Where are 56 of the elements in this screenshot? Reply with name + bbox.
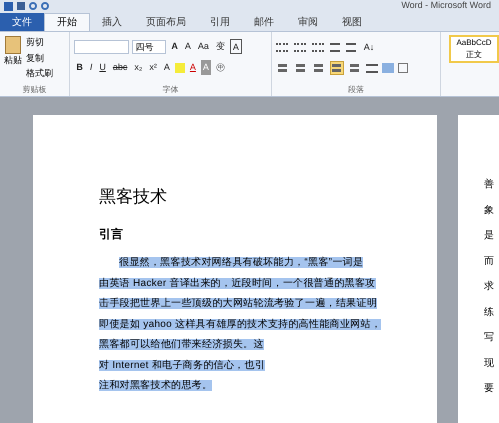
strikethrough-button[interactable]: abc <box>110 60 130 75</box>
cut-button[interactable]: 剪切 <box>26 36 53 50</box>
copy-button[interactable]: 复制 <box>26 52 53 65</box>
ribbon-tab[interactable]: 开始 <box>44 13 90 31</box>
enclose-button[interactable]: ㊥ <box>214 60 227 75</box>
bullets-icon[interactable] <box>276 43 288 52</box>
font-size-field[interactable]: 四号 <box>132 40 166 54</box>
superscript-button[interactable]: x² <box>147 60 159 75</box>
grow-font-button[interactable]: A <box>169 39 180 54</box>
text-effects-button[interactable]: A <box>162 60 172 75</box>
italic-button[interactable]: I <box>88 60 94 75</box>
font-name-field[interactable] <box>74 40 130 54</box>
group-label: 剪贴板 <box>22 84 48 96</box>
format-painter-button[interactable]: 格式刷 <box>26 67 53 80</box>
subscript-button[interactable]: x₂ <box>132 60 144 75</box>
document-title: 黑客技术 <box>99 187 168 207</box>
align-button[interactable] <box>348 61 362 75</box>
group-label: 字体 <box>162 84 180 96</box>
ribbon-tab[interactable]: 审阅 <box>286 13 330 31</box>
group-label: 段落 <box>346 84 365 96</box>
app-icon[interactable] <box>4 2 13 10</box>
style-gallery-item[interactable]: AaBbCcD 正文 <box>449 35 499 63</box>
ribbon-tab[interactable]: 邮件 <box>242 13 286 31</box>
window-title: Word - Microsoft Word <box>401 0 491 12</box>
text-line: 写 <box>484 331 495 345</box>
section-heading: 引言 <box>99 226 124 243</box>
ribbon-tab[interactable]: 引用 <box>198 13 242 31</box>
align-button[interactable] <box>276 61 290 75</box>
text-line: 要 <box>484 382 495 396</box>
text-line: 善 <box>484 178 495 192</box>
text-line: 练 <box>484 306 495 320</box>
underline-button[interactable]: U <box>97 60 108 75</box>
bold-button[interactable]: B <box>74 60 85 75</box>
border-button[interactable]: A <box>230 39 242 54</box>
multilevel-list-icon[interactable] <box>312 43 324 52</box>
align-button[interactable] <box>312 61 326 75</box>
numbering-icon[interactable] <box>294 43 306 52</box>
text-line: 而 <box>484 254 495 268</box>
text-line: 现 <box>484 356 495 370</box>
borders-icon[interactable] <box>398 63 408 73</box>
file-tab[interactable]: 文件 <box>0 13 44 31</box>
font-color-button[interactable]: A <box>188 60 198 75</box>
align-button[interactable] <box>330 61 344 75</box>
paste-button[interactable]: 粘贴 <box>0 32 26 84</box>
change-case-button[interactable]: Aa <box>196 39 211 54</box>
align-button[interactable] <box>294 61 308 75</box>
text-line: 求 <box>484 280 495 294</box>
ribbon-tab[interactable]: 页面布局 <box>134 13 198 31</box>
ribbon-tab[interactable]: 插入 <box>90 13 134 31</box>
text-line: 是 <box>484 229 495 243</box>
shrink-font-button[interactable]: A <box>182 39 193 54</box>
sort-button[interactable]: A↓ <box>362 40 376 55</box>
phonetic-button[interactable]: 变 <box>214 39 227 54</box>
ribbon-tab[interactable]: 视图 <box>330 13 374 31</box>
clipboard-icon <box>5 36 21 54</box>
text-line: 象 <box>484 204 495 218</box>
